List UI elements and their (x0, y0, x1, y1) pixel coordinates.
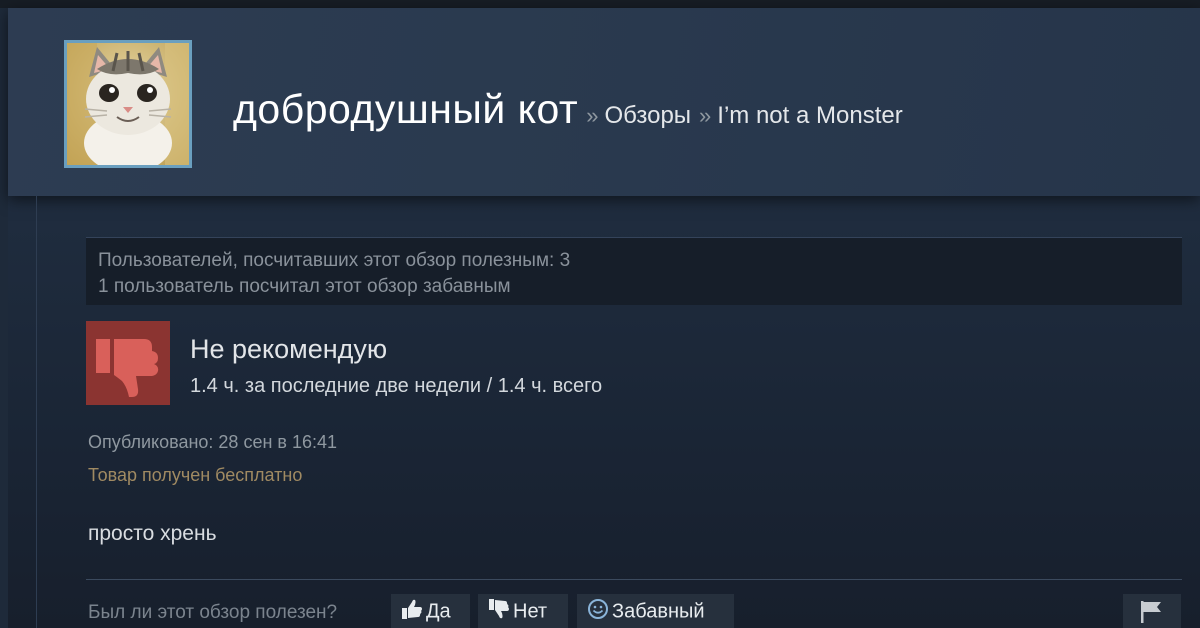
breadcrumb-game-link[interactable]: I’m not a Monster (717, 102, 902, 129)
top-bar (0, 0, 1200, 8)
smiley-icon (587, 598, 609, 626)
flag-icon (1139, 601, 1165, 627)
report-flag-button[interactable] (1123, 594, 1181, 628)
helpfulness-summary: Пользователей, посчитавших этот обзор по… (86, 237, 1182, 305)
avatar[interactable] (64, 40, 192, 168)
review-page: добродушный кот» Обзоры» I’m not a Monster… (0, 0, 1200, 628)
vote-funny-button[interactable]: Забавный (577, 594, 734, 628)
left-rail (0, 8, 8, 628)
playtime-hours: 1.4 ч. за последние две недели / 1.4 ч. … (190, 375, 603, 397)
thumbs-up-icon (401, 598, 423, 626)
profile-name-link[interactable]: добродушный кот (233, 86, 578, 132)
breadcrumb-separator: » (699, 103, 712, 128)
vote-yes-label: Да (426, 600, 451, 623)
content-border (36, 196, 37, 628)
breadcrumb-reviews-link[interactable]: Обзоры (604, 102, 691, 129)
vote-no-label: Нет (513, 600, 548, 623)
breadcrumb: добродушный кот» Обзоры» I’m not a Monster (233, 86, 903, 133)
vote-yes-button[interactable]: Да (391, 594, 470, 628)
vote-funny-label: Забавный (612, 600, 705, 623)
helpful-count-text: Пользователей, посчитавших этот обзор по… (98, 250, 571, 271)
vote-no-button[interactable]: Нет (478, 594, 568, 628)
free-product-notice: Товар получен бесплатно (88, 465, 303, 485)
funny-count-text: 1 пользователь посчитал этот обзор забав… (98, 276, 511, 297)
thumbs-down-icon (86, 321, 170, 405)
review-text: просто хрень (88, 522, 217, 545)
review-verdict[interactable]: Не рекомендую (190, 334, 387, 365)
divider (86, 579, 1182, 580)
posted-date: Опубликовано: 28 сен в 16:41 (88, 432, 338, 452)
cat-avatar-image (67, 43, 189, 165)
thumbs-down-icon (488, 598, 510, 626)
helpful-question: Был ли этот обзор полезен? (88, 602, 338, 623)
breadcrumb-separator: » (586, 103, 599, 128)
